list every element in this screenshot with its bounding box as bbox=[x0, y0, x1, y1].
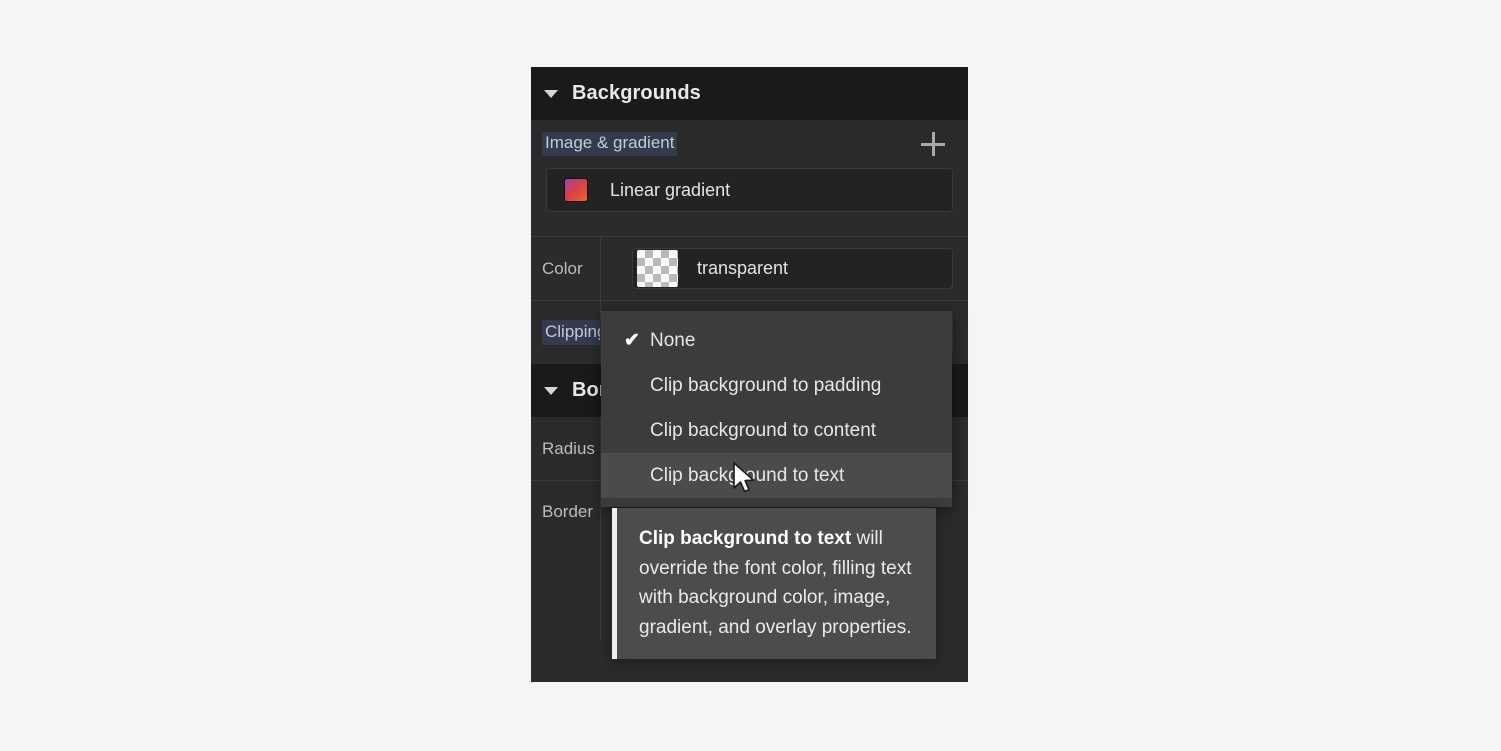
color-input[interactable]: transparent bbox=[632, 248, 953, 289]
background-layer-label: Linear gradient bbox=[610, 179, 731, 200]
check-icon: ✔ bbox=[624, 330, 640, 351]
tooltip-bold-prefix: Clip background to text bbox=[639, 528, 852, 549]
plus-icon[interactable] bbox=[918, 129, 948, 159]
menu-item-label: Clip background to content bbox=[650, 419, 877, 441]
property-row-color: Color transparent bbox=[531, 237, 968, 300]
menu-item-clip-to-content[interactable]: Clip background to content bbox=[601, 408, 952, 453]
property-label-radius: Radius bbox=[542, 438, 595, 458]
color-value: transparent bbox=[697, 258, 789, 278]
clip-background-to-text-tooltip: Clip background to text will override th… bbox=[612, 508, 936, 659]
property-label-border: Border bbox=[542, 502, 594, 521]
background-layer-list: Linear gradient bbox=[531, 168, 968, 212]
background-layer-item[interactable]: Linear gradient bbox=[546, 168, 953, 212]
menu-item-clip-to-text[interactable]: Clip background to text bbox=[601, 453, 952, 498]
menu-item-none[interactable]: ✔ None bbox=[601, 318, 952, 363]
gradient-swatch[interactable] bbox=[564, 178, 588, 202]
transparent-checkerboard-swatch[interactable] bbox=[637, 250, 678, 287]
caret-down-icon[interactable] bbox=[544, 89, 558, 98]
section-header-backgrounds[interactable]: Backgrounds bbox=[531, 67, 968, 120]
column-divider bbox=[600, 237, 601, 300]
menu-item-label: Clip background to text bbox=[650, 464, 845, 486]
menu-item-label: Clip background to padding bbox=[650, 374, 882, 396]
caret-down-icon[interactable] bbox=[544, 386, 558, 395]
menu-item-label: None bbox=[650, 329, 696, 351]
menu-item-clip-to-padding[interactable]: Clip background to padding bbox=[601, 363, 952, 408]
section-title-backgrounds: Backgrounds bbox=[572, 82, 701, 104]
clipping-options-menu[interactable]: ✔ None Clip background to padding Clip b… bbox=[601, 311, 952, 507]
subhead-image-and-gradient: Image & gradient bbox=[531, 120, 968, 168]
label-image-and-gradient[interactable]: Image & gradient bbox=[542, 132, 678, 156]
property-label-color: Color bbox=[542, 258, 583, 278]
